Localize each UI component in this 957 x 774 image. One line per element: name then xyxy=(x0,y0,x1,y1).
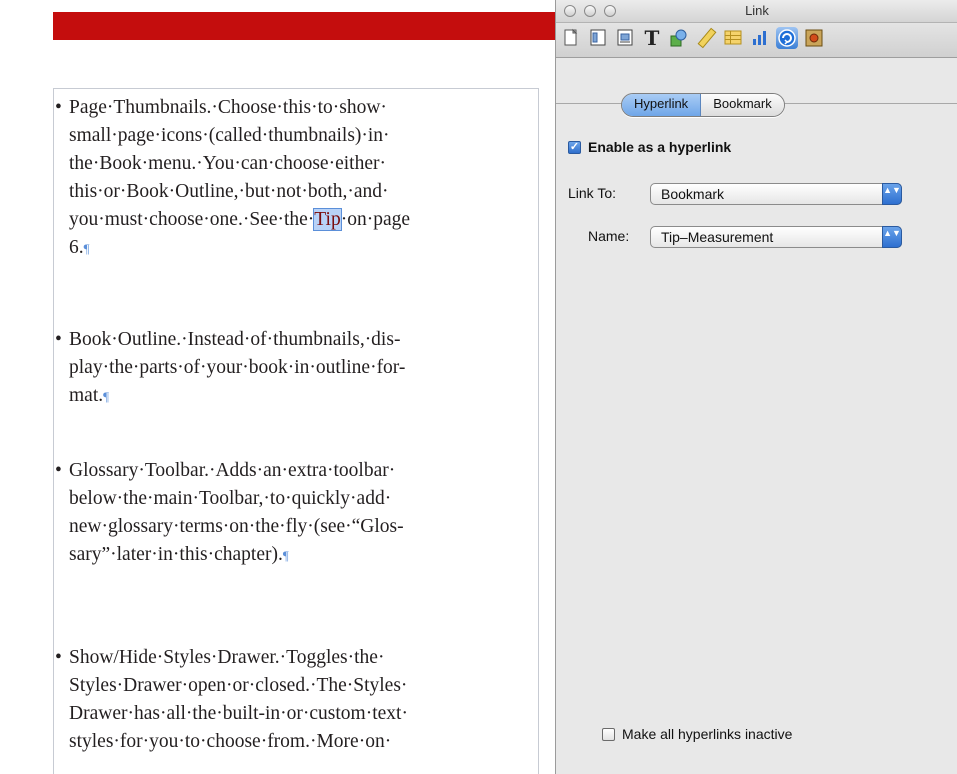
column-top-border xyxy=(53,88,539,89)
link-icon[interactable] xyxy=(776,27,798,49)
column-right-border xyxy=(538,89,539,774)
make-inactive-label: Make all hyperlinks inactive xyxy=(622,726,793,742)
text-line: new·glossary·terms·on·the·fly·(see·“Glos… xyxy=(69,516,404,537)
text-icon[interactable]: T xyxy=(641,27,663,49)
link-to-label: Link To: xyxy=(568,185,616,201)
bullet: • xyxy=(55,97,62,118)
quicktime-icon[interactable] xyxy=(803,27,825,49)
enable-hyperlink-row[interactable]: ✓ Enable as a hyperlink xyxy=(568,139,731,155)
graphic-icon[interactable] xyxy=(668,27,690,49)
text-line: Styles·Drawer·open·or·closed.·The·Styles… xyxy=(69,675,408,696)
text-line: Page·Thumbnails.·Choose·this·to·show· xyxy=(69,97,387,118)
link-to-value: Bookmark xyxy=(661,186,725,202)
text-line: small·page·icons·(called·thumbnails)·in· xyxy=(69,125,390,146)
text-line: Glossary·Toolbar.·Adds·an·extra·toolbar· xyxy=(69,460,396,481)
metrics-icon[interactable] xyxy=(695,27,717,49)
text-line: 6.¶ xyxy=(69,234,535,263)
pilcrow-icon: ¶ xyxy=(103,389,110,404)
list-item[interactable]: • Page·Thumbnails.·Choose·this·to·show· … xyxy=(55,94,535,263)
tab-bookmark[interactable]: Bookmark xyxy=(701,94,784,116)
bullet: • xyxy=(55,329,62,350)
enable-hyperlink-label: Enable as a hyperlink xyxy=(588,139,732,155)
text-segment: sary”·later·in·this·chapter). xyxy=(69,544,283,565)
bullet: • xyxy=(55,647,62,668)
text-line: below·the·main·Toolbar,·to·quickly·add· xyxy=(69,488,392,509)
select-arrows-icon: ▲▼ xyxy=(882,183,902,205)
text-line: the·Book·menu.·You·can·choose·either· xyxy=(69,153,386,174)
text-segment: 6. xyxy=(69,237,84,258)
wrap-icon[interactable] xyxy=(614,27,636,49)
inspector-toolbar: T xyxy=(556,23,957,58)
inspector-titlebar[interactable]: Link xyxy=(556,0,957,23)
text-line: you·must·choose·one.·See·the·Tip·on·page xyxy=(69,206,535,234)
column-left-border xyxy=(53,89,54,774)
enable-hyperlink-checkbox[interactable]: ✓ xyxy=(568,140,581,154)
text-line: styles·for·you·to·choose·from.·More·on· xyxy=(69,731,392,752)
text-line: mat.¶ xyxy=(69,382,535,411)
tip-hyperlink[interactable]: Tip xyxy=(313,208,342,231)
text-segment: ·on·page xyxy=(340,209,411,230)
make-inactive-checkbox[interactable] xyxy=(602,727,615,741)
window-title: Link xyxy=(745,3,769,18)
list-item[interactable]: • Book·Outline.·Instead·of·thumbnails,·d… xyxy=(55,326,535,411)
text-line: sary”·later·in·this·chapter).¶ xyxy=(69,541,535,570)
layout-icon[interactable] xyxy=(587,27,609,49)
name-select[interactable]: Tip–Measurement ▲▼ xyxy=(650,226,902,248)
document-page: • Page·Thumbnails.·Choose·this·to·show· … xyxy=(0,0,563,774)
pilcrow-icon: ¶ xyxy=(83,241,90,256)
text-line: play·the·parts·of·your·book·in·outline·f… xyxy=(69,357,406,378)
link-tabs: Hyperlink Bookmark xyxy=(621,93,785,117)
text-segment: you·must·choose·one.·See·the· xyxy=(69,209,315,230)
text-line: Show/Hide·Styles·Drawer.·Toggles·the· xyxy=(69,647,385,668)
table-icon[interactable] xyxy=(722,27,744,49)
list-item[interactable]: • Glossary·Toolbar.·Adds·an·extra·toolba… xyxy=(55,457,535,570)
text-line: Book·Outline.·Instead·of·thumbnails,·dis… xyxy=(69,329,401,350)
document-icon[interactable] xyxy=(560,27,582,49)
list-item[interactable]: • Show/Hide·Styles·Drawer.·Toggles·the· … xyxy=(55,644,535,756)
bullet: • xyxy=(55,460,62,481)
text-segment: mat. xyxy=(69,385,104,406)
link-inspector: Link T Hyperlink Bookmark ✓ Enable as a … xyxy=(555,0,957,774)
pilcrow-icon: ¶ xyxy=(282,548,289,563)
link-to-select[interactable]: Bookmark ▲▼ xyxy=(650,183,902,205)
select-arrows-icon: ▲▼ xyxy=(882,226,902,248)
header-red-bar xyxy=(53,12,563,40)
make-inactive-row[interactable]: Make all hyperlinks inactive xyxy=(602,726,792,742)
text-line: this·or·Book·Outline,·but·not·both,·and· xyxy=(69,181,389,202)
tab-hyperlink[interactable]: Hyperlink xyxy=(622,94,702,116)
chart-icon[interactable] xyxy=(749,27,771,49)
text-line: Drawer·has·all·the·built-in·or·custom·te… xyxy=(69,703,408,724)
name-value: Tip–Measurement xyxy=(661,229,774,245)
